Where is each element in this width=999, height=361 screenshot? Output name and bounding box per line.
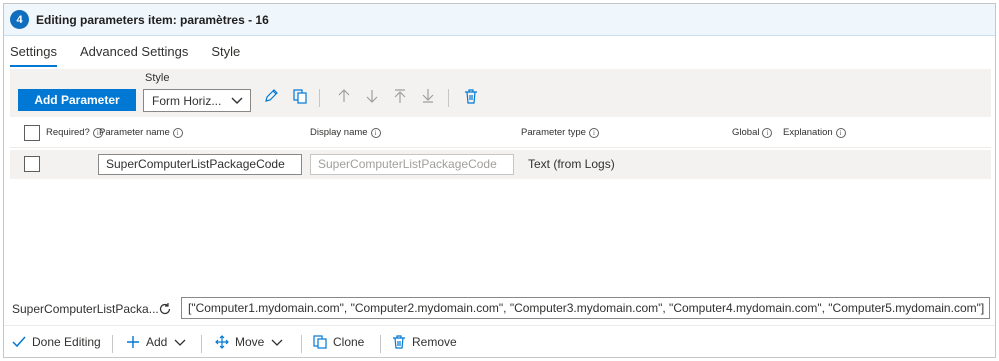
move-down-icon[interactable] xyxy=(363,87,381,105)
chevron-down-icon xyxy=(174,339,186,346)
edit-icon[interactable] xyxy=(262,87,280,105)
done-editing-label: Done Editing xyxy=(32,335,101,349)
delete-icon[interactable] xyxy=(462,87,480,105)
copy-icon[interactable] xyxy=(291,87,309,105)
refresh-icon[interactable] xyxy=(158,302,172,316)
parameter-preview-label: SuperComputerListPacka... xyxy=(12,302,159,316)
footer-divider xyxy=(301,335,302,353)
done-editing-button[interactable]: Done Editing xyxy=(12,335,101,349)
parameter-type-value: Text (from Logs) xyxy=(528,157,615,171)
panel-title: Editing parameters item: paramètres - 16 xyxy=(36,12,269,27)
select-all-checkbox[interactable] xyxy=(24,125,40,141)
parameter-preview-value[interactable]: ["Computer1.mydomain.com", "Computer2.my… xyxy=(181,297,990,319)
tab-strip: Settings Advanced Settings Style xyxy=(10,44,263,67)
column-explanation: Explanation i xyxy=(783,127,846,138)
checkmark-icon xyxy=(12,336,26,348)
column-parameter-type: Parameter type i xyxy=(521,127,599,138)
toolbar-divider xyxy=(448,89,449,107)
panel-header: 4 Editing parameters item: paramètres - … xyxy=(4,4,995,36)
add-label: Add xyxy=(146,335,168,349)
move-bottom-icon[interactable] xyxy=(419,87,437,105)
remove-button[interactable]: Remove xyxy=(392,335,457,349)
grid-header: Required? i Parameter name i Display name i… xyxy=(10,118,991,148)
chevron-down-icon xyxy=(271,339,283,346)
style-dropdown[interactable]: Form Horiz... xyxy=(143,89,251,112)
clone-label: Clone xyxy=(333,335,365,349)
column-required-label: Required? xyxy=(46,127,90,138)
tab-style[interactable]: Style xyxy=(211,44,240,67)
remove-label: Remove xyxy=(412,335,457,349)
column-parameter-name: Parameter name i xyxy=(99,127,183,138)
clone-button[interactable]: Clone xyxy=(313,335,364,349)
parameter-name-input[interactable]: SuperComputerListPackageCode xyxy=(98,154,302,175)
column-display-name: Display name i xyxy=(310,127,381,138)
clone-icon xyxy=(313,335,327,349)
style-dropdown-value: Form Horiz... xyxy=(152,93,222,108)
footer-toolbar: Done Editing Add Move Clone Remove xyxy=(4,325,995,358)
move-label: Move xyxy=(235,335,265,349)
info-icon[interactable]: i xyxy=(172,127,183,138)
style-label: Style xyxy=(145,72,170,84)
parameter-toolbar: Style Add Parameter Form Horiz... xyxy=(10,69,991,117)
tab-advanced-settings[interactable]: Advanced Settings xyxy=(80,44,188,67)
chevron-down-icon xyxy=(231,97,243,104)
step-badge: 4 xyxy=(10,10,29,29)
column-global: Global i xyxy=(732,127,773,138)
footer-divider xyxy=(201,335,202,353)
column-display-label: Display name xyxy=(310,127,368,138)
trash-icon xyxy=(393,335,405,349)
column-required: Required? i xyxy=(46,127,103,138)
display-name-input[interactable]: SuperComputerListPackageCode xyxy=(310,154,514,175)
column-global-label: Global xyxy=(732,127,760,138)
move-up-icon[interactable] xyxy=(335,87,353,105)
add-button[interactable]: Add xyxy=(126,335,193,349)
column-name-label: Parameter name xyxy=(99,127,170,138)
tab-settings[interactable]: Settings xyxy=(10,44,57,67)
info-icon[interactable]: i xyxy=(588,127,599,138)
plus-icon xyxy=(127,336,139,348)
column-explanation-label: Explanation xyxy=(783,127,833,138)
row-select-checkbox[interactable] xyxy=(24,156,40,172)
column-type-label: Parameter type xyxy=(521,127,586,138)
add-parameter-button[interactable]: Add Parameter xyxy=(18,89,136,111)
footer-divider xyxy=(112,335,113,353)
info-icon[interactable]: i xyxy=(762,127,773,138)
move-top-icon[interactable] xyxy=(391,87,409,105)
move-button[interactable]: Move xyxy=(215,335,290,349)
table-row[interactable]: SuperComputerListPackageCode SuperComput… xyxy=(10,150,991,179)
move-icon xyxy=(215,335,229,349)
footer-divider xyxy=(380,335,381,353)
info-icon[interactable]: i xyxy=(370,127,381,138)
editing-panel: 4 Editing parameters item: paramètres - … xyxy=(3,3,996,358)
toolbar-divider xyxy=(319,89,320,107)
info-icon[interactable]: i xyxy=(835,127,846,138)
